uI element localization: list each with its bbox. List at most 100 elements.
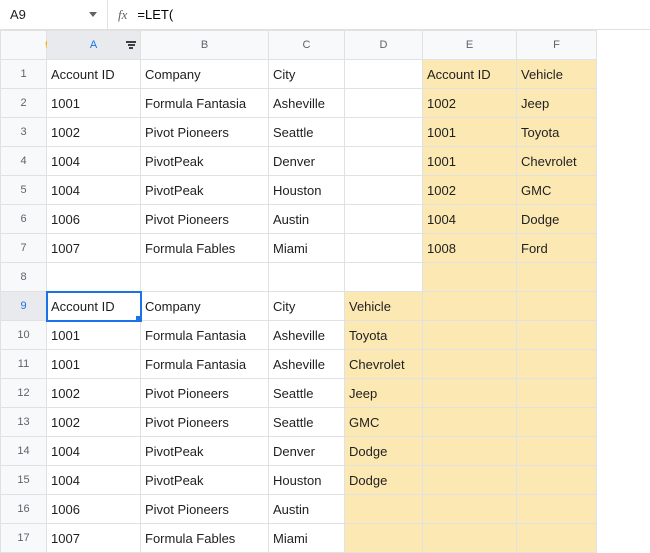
cell-B3[interactable]: Pivot Pioneers bbox=[141, 118, 269, 147]
cell-C8[interactable] bbox=[269, 263, 345, 292]
cell-C1[interactable]: City bbox=[269, 60, 345, 89]
column-header-c[interactable]: C bbox=[269, 31, 345, 60]
cell-C12[interactable]: Seattle bbox=[269, 379, 345, 408]
cell-C11[interactable]: Asheville bbox=[269, 350, 345, 379]
cell-C5[interactable]: Houston bbox=[269, 176, 345, 205]
cell-B5[interactable]: PivotPeak bbox=[141, 176, 269, 205]
cell-F4[interactable]: Chevrolet bbox=[517, 147, 597, 176]
cell-A10[interactable]: 1001 bbox=[47, 321, 141, 350]
cell-E3[interactable]: 1001 bbox=[423, 118, 517, 147]
cell-A14[interactable]: 1004 bbox=[47, 437, 141, 466]
cell-B1[interactable]: Company bbox=[141, 60, 269, 89]
cell-B16[interactable]: Pivot Pioneers bbox=[141, 495, 269, 524]
cell-F5[interactable]: GMC bbox=[517, 176, 597, 205]
column-header-d[interactable]: D bbox=[345, 31, 423, 60]
cell-B10[interactable]: Formula Fantasia bbox=[141, 321, 269, 350]
cell-F2[interactable]: Jeep bbox=[517, 89, 597, 118]
row-header[interactable]: 15 bbox=[1, 466, 47, 495]
cell-C7[interactable]: Miami bbox=[269, 234, 345, 263]
select-all-corner[interactable] bbox=[1, 31, 47, 60]
cell-A17[interactable]: 1007 bbox=[47, 524, 141, 553]
cell-A16[interactable]: 1006 bbox=[47, 495, 141, 524]
cell-C14[interactable]: Denver bbox=[269, 437, 345, 466]
cell-D13[interactable]: GMC bbox=[345, 408, 423, 437]
cell-C10[interactable]: Asheville bbox=[269, 321, 345, 350]
spreadsheet-grid[interactable]: ABCDEF 1Account IDCompanyCityAccount IDV… bbox=[0, 30, 597, 553]
cell-A5[interactable]: 1004 bbox=[47, 176, 141, 205]
cell-D3[interactable] bbox=[345, 118, 423, 147]
cell-D12[interactable]: Jeep bbox=[345, 379, 423, 408]
cell-E5[interactable]: 1002 bbox=[423, 176, 517, 205]
column-header-b[interactable]: B bbox=[141, 31, 269, 60]
cell-D10[interactable]: Toyota bbox=[345, 321, 423, 350]
name-box[interactable]: A9 bbox=[0, 0, 108, 29]
cell-E1[interactable]: Account ID bbox=[423, 60, 517, 89]
row-header[interactable]: 6 bbox=[1, 205, 47, 234]
cell-D16[interactable] bbox=[345, 495, 423, 524]
cell-F3[interactable]: Toyota bbox=[517, 118, 597, 147]
cell-E9[interactable] bbox=[423, 292, 517, 321]
cell-E8[interactable] bbox=[423, 263, 517, 292]
cell-D7[interactable] bbox=[345, 234, 423, 263]
cell-B4[interactable]: PivotPeak bbox=[141, 147, 269, 176]
cell-A6[interactable]: 1006 bbox=[47, 205, 141, 234]
cell-D6[interactable] bbox=[345, 205, 423, 234]
cell-C3[interactable]: Seattle bbox=[269, 118, 345, 147]
cell-F10[interactable] bbox=[517, 321, 597, 350]
cell-D11[interactable]: Chevrolet bbox=[345, 350, 423, 379]
cell-F17[interactable] bbox=[517, 524, 597, 553]
cell-A7[interactable]: 1007 bbox=[47, 234, 141, 263]
cell-A12[interactable]: 1002 bbox=[47, 379, 141, 408]
cell-D1[interactable] bbox=[345, 60, 423, 89]
cell-C17[interactable]: Miami bbox=[269, 524, 345, 553]
row-header[interactable]: 13 bbox=[1, 408, 47, 437]
cell-B14[interactable]: PivotPeak bbox=[141, 437, 269, 466]
cell-B7[interactable]: Formula Fables bbox=[141, 234, 269, 263]
cell-A8[interactable] bbox=[47, 263, 141, 292]
cell-A13[interactable]: 1002 bbox=[47, 408, 141, 437]
cell-E13[interactable] bbox=[423, 408, 517, 437]
row-header[interactable]: 8 bbox=[1, 263, 47, 292]
column-header-a[interactable]: A bbox=[47, 31, 141, 60]
row-header[interactable]: 12 bbox=[1, 379, 47, 408]
column-header-f[interactable]: F bbox=[517, 31, 597, 60]
cell-B15[interactable]: PivotPeak bbox=[141, 466, 269, 495]
cell-E6[interactable]: 1004 bbox=[423, 205, 517, 234]
cell-A3[interactable]: 1002 bbox=[47, 118, 141, 147]
cell-F11[interactable] bbox=[517, 350, 597, 379]
cell-D9[interactable]: Vehicle bbox=[345, 292, 423, 321]
row-header[interactable]: 7 bbox=[1, 234, 47, 263]
cell-B6[interactable]: Pivot Pioneers bbox=[141, 205, 269, 234]
cell-E2[interactable]: 1002 bbox=[423, 89, 517, 118]
row-header[interactable]: 5 bbox=[1, 176, 47, 205]
chevron-down-icon[interactable] bbox=[89, 12, 97, 17]
cell-C9[interactable]: City bbox=[269, 292, 345, 321]
cell-E4[interactable]: 1001 bbox=[423, 147, 517, 176]
formula-input[interactable] bbox=[135, 0, 650, 29]
cell-C6[interactable]: Austin bbox=[269, 205, 345, 234]
row-header[interactable]: 10 bbox=[1, 321, 47, 350]
cell-D14[interactable]: Dodge bbox=[345, 437, 423, 466]
cell-B17[interactable]: Formula Fables bbox=[141, 524, 269, 553]
row-header[interactable]: 14 bbox=[1, 437, 47, 466]
cell-F13[interactable] bbox=[517, 408, 597, 437]
cell-E17[interactable] bbox=[423, 524, 517, 553]
cell-B2[interactable]: Formula Fantasia bbox=[141, 89, 269, 118]
cell-F6[interactable]: Dodge bbox=[517, 205, 597, 234]
cell-C16[interactable]: Austin bbox=[269, 495, 345, 524]
cell-F8[interactable] bbox=[517, 263, 597, 292]
cell-B12[interactable]: Pivot Pioneers bbox=[141, 379, 269, 408]
row-header[interactable]: 16 bbox=[1, 495, 47, 524]
cell-A4[interactable]: 1004 bbox=[47, 147, 141, 176]
cell-F1[interactable]: Vehicle bbox=[517, 60, 597, 89]
row-header[interactable]: 4 bbox=[1, 147, 47, 176]
cell-F7[interactable]: Ford bbox=[517, 234, 597, 263]
cell-D4[interactable] bbox=[345, 147, 423, 176]
cell-F15[interactable] bbox=[517, 466, 597, 495]
cell-D15[interactable]: Dodge bbox=[345, 466, 423, 495]
cell-B11[interactable]: Formula Fantasia bbox=[141, 350, 269, 379]
row-header[interactable]: 9 bbox=[1, 292, 47, 321]
cell-B8[interactable] bbox=[141, 263, 269, 292]
cell-C15[interactable]: Houston bbox=[269, 466, 345, 495]
cell-A2[interactable]: 1001 bbox=[47, 89, 141, 118]
